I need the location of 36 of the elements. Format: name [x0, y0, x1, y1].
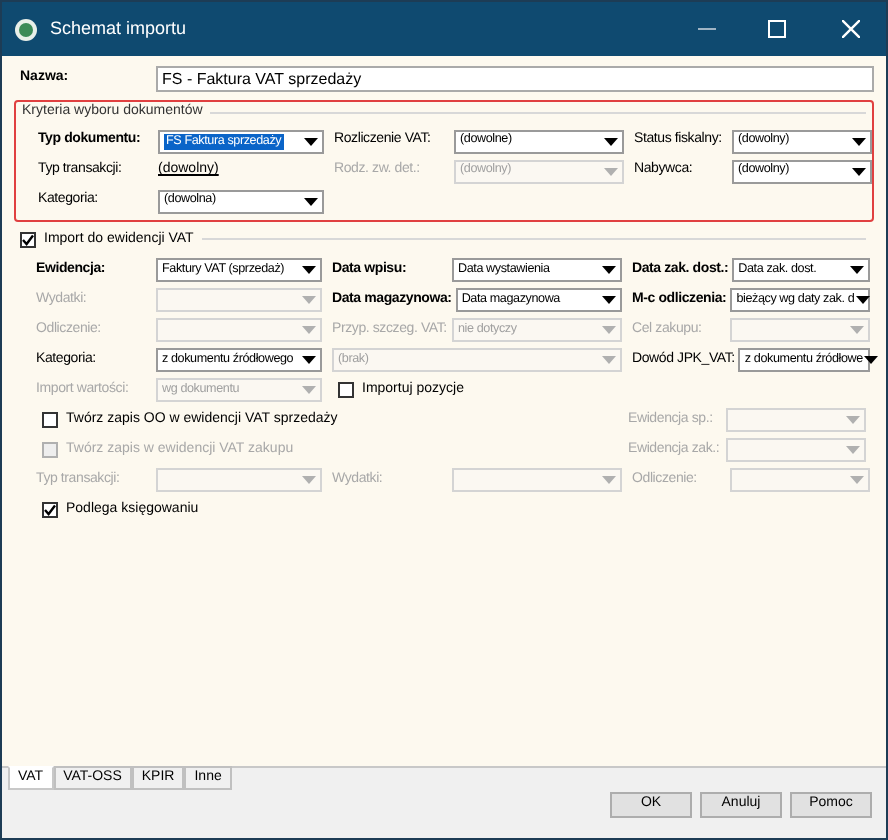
checkbox[interactable] — [42, 502, 58, 518]
caret-icon — [850, 266, 864, 274]
caret-icon — [846, 446, 860, 454]
caret-icon — [302, 386, 316, 394]
caret-icon — [602, 326, 616, 334]
caret-icon — [852, 167, 866, 175]
caret-icon — [302, 326, 316, 334]
caret-icon — [846, 416, 860, 424]
caret-icon — [852, 137, 866, 145]
caret-icon — [304, 197, 318, 205]
checkmark-icon — [22, 233, 34, 246]
maximize-icon[interactable] — [768, 20, 786, 38]
caret-icon — [604, 137, 618, 145]
caret-icon — [864, 356, 879, 364]
close-icon[interactable] — [842, 20, 860, 38]
caret-icon — [602, 476, 616, 484]
checkbox[interactable] — [338, 382, 354, 398]
caret-icon — [604, 167, 618, 175]
checkmark-icon — [44, 504, 56, 516]
caret-icon — [602, 356, 616, 364]
caret-icon — [850, 476, 864, 484]
checkbox[interactable] — [20, 231, 36, 248]
caret-icon — [302, 296, 316, 304]
caret-icon — [302, 356, 316, 364]
app-logo-icon — [14, 17, 38, 41]
caret-icon — [856, 296, 871, 304]
caret-icon — [302, 476, 316, 484]
window-title: Schemat importu — [50, 15, 187, 42]
checkbox[interactable] — [42, 412, 58, 428]
caret-icon — [602, 296, 616, 304]
caret-icon — [850, 326, 864, 334]
caret-icon — [602, 266, 616, 274]
caret-icon — [302, 266, 316, 274]
name-input[interactable]: FS - Faktura VAT sprzedaży — [156, 66, 874, 92]
minimize-icon[interactable] — [698, 28, 716, 30]
caret-icon — [304, 137, 318, 145]
